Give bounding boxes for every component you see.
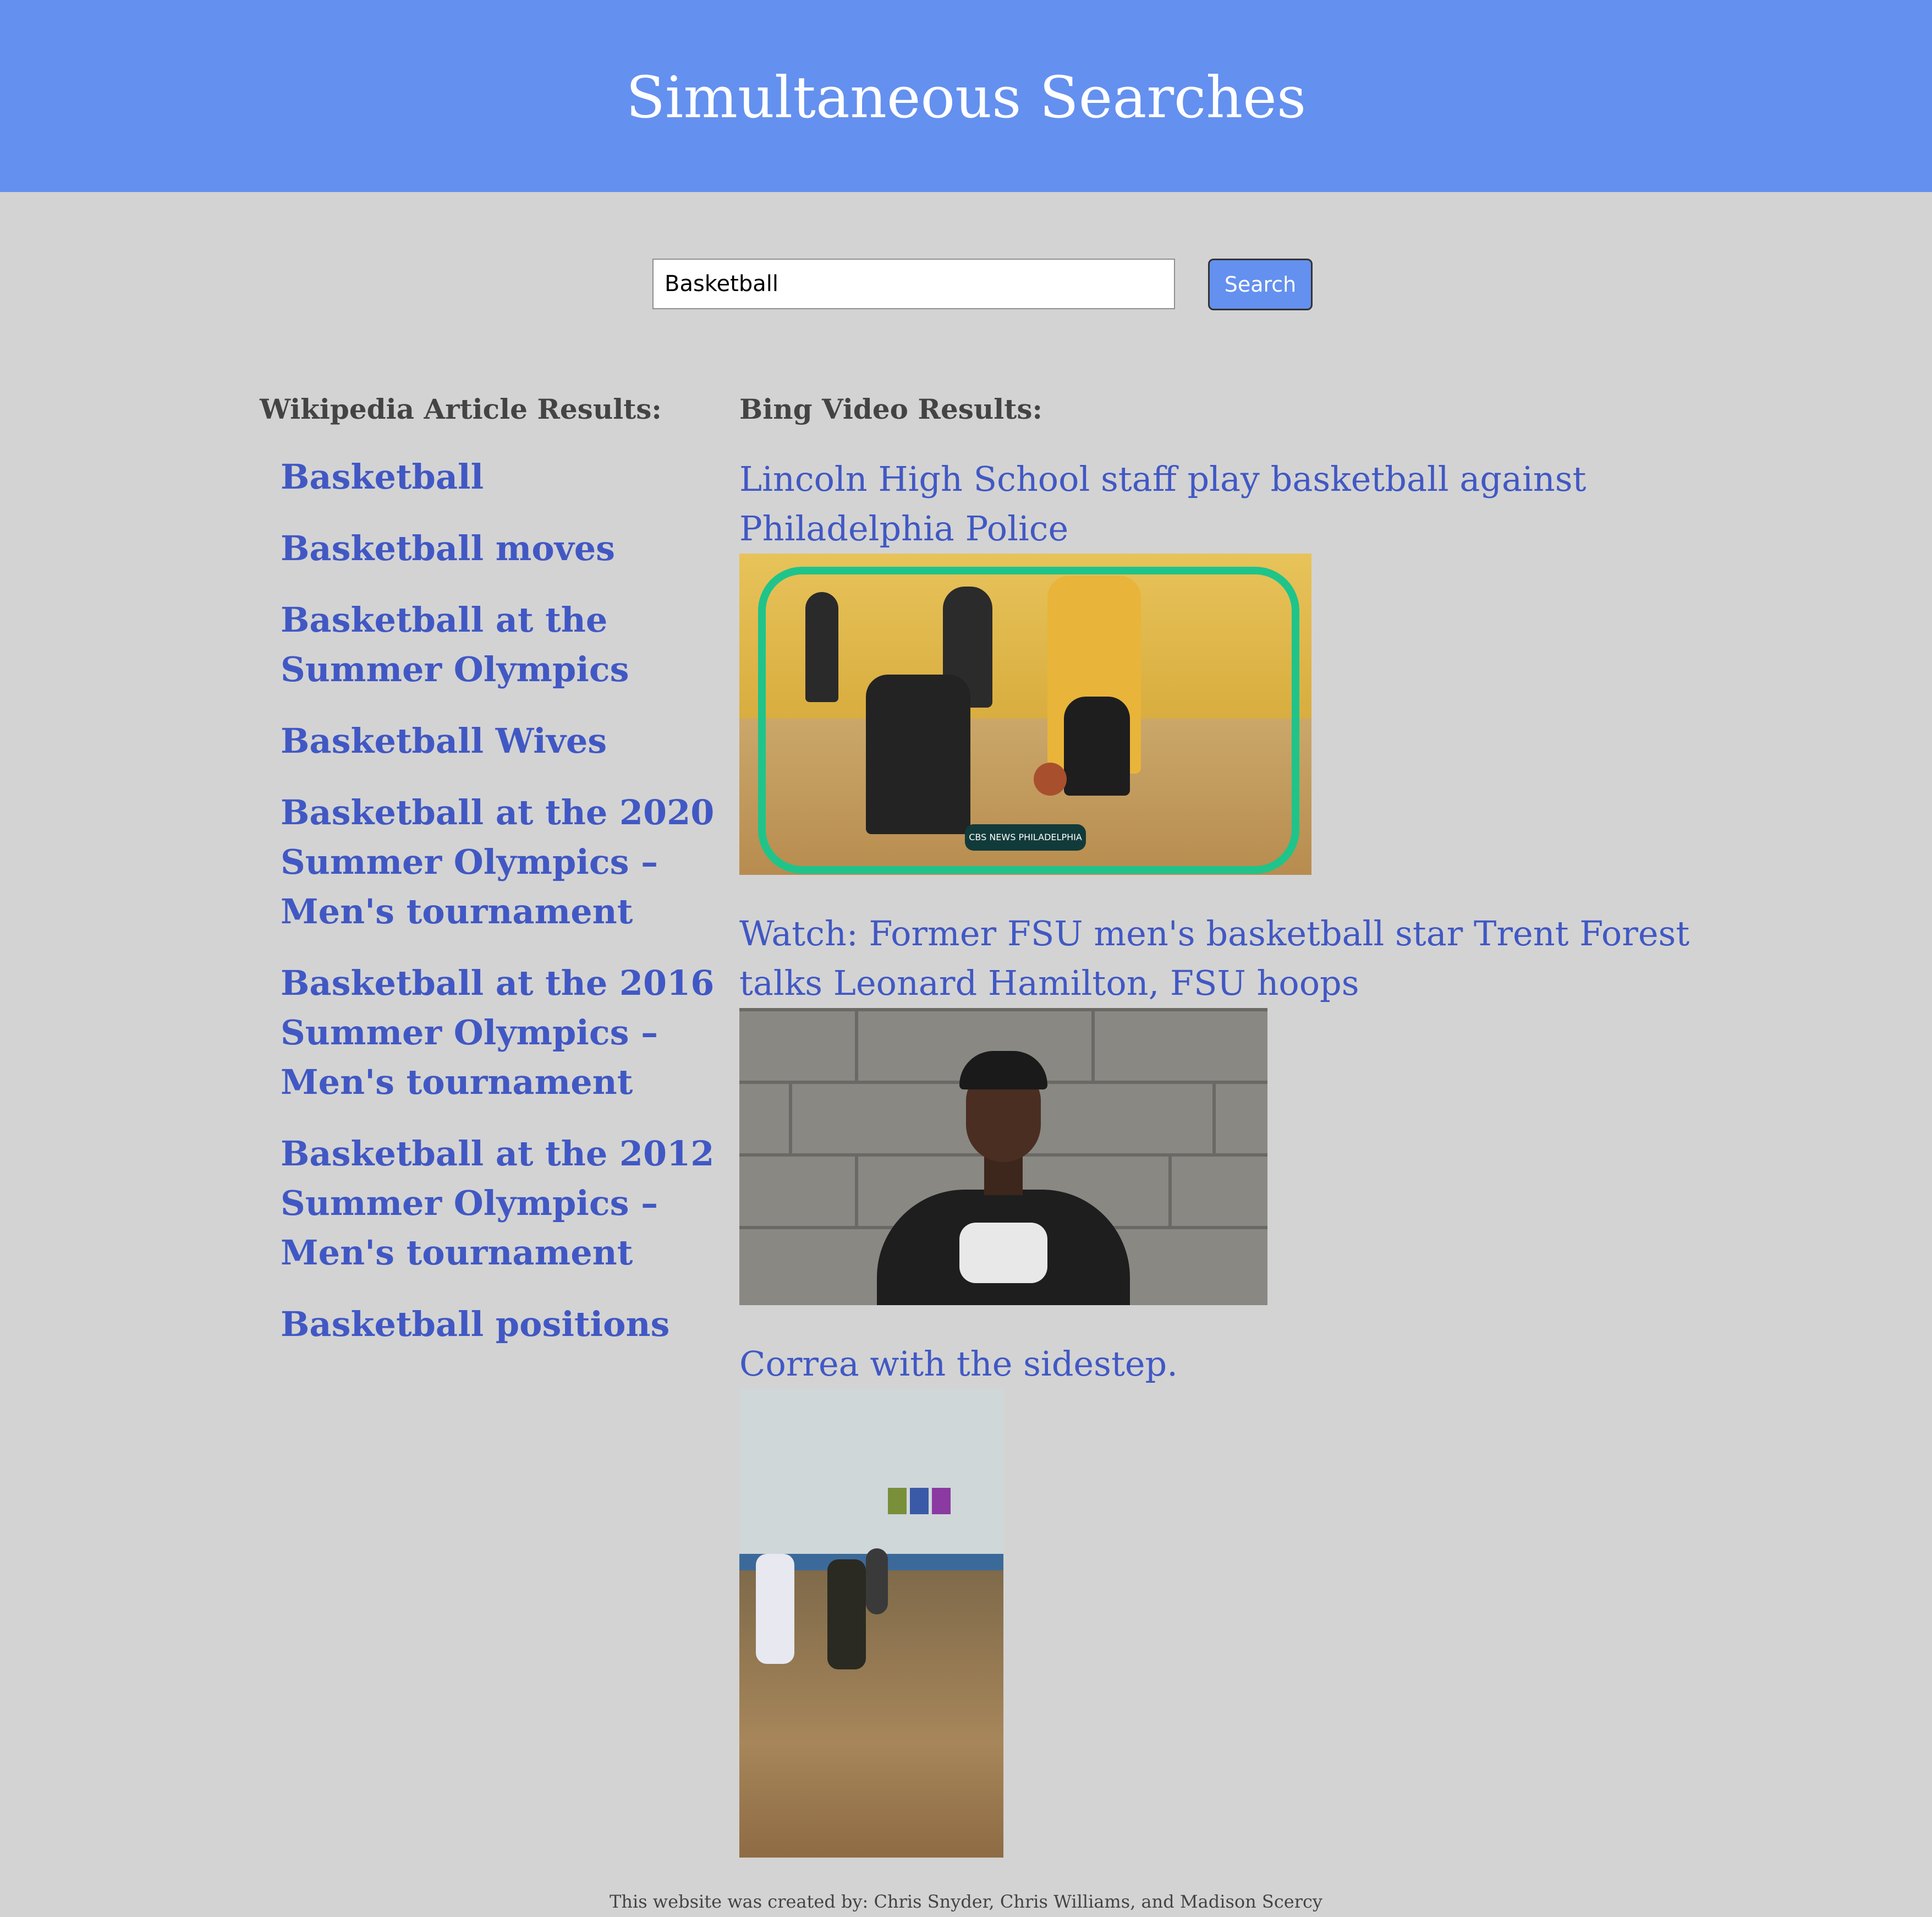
brick-line [855,1011,858,1083]
video-title-link[interactable]: Correa with the sidestep. [739,1339,1708,1389]
wall-banner [888,1488,907,1514]
video-result: Lincoln High School staff play basketbal… [739,454,1708,875]
person-cap [959,1051,1047,1089]
site-title: Simultaneous Searches [625,64,1307,131]
wikipedia-result-link[interactable]: Basketball at the 2012 Summer Olympics –… [281,1129,721,1278]
player-figure [866,1548,888,1614]
video-title-link[interactable]: Lincoln High School staff play basketbal… [739,454,1708,554]
cbs-news-logo: CBS NEWS PHILADELPHIA [965,824,1086,851]
gym-wall [739,1389,1003,1554]
brick-line [855,1157,858,1228]
site-header: Simultaneous Searches [0,0,1932,192]
wikipedia-results-list: Basketball Basketball moves Basketball a… [281,452,721,1371]
video-thumbnail[interactable] [739,1389,1003,1858]
footer-credit: This website was created by: Chris Snyde… [610,1891,1322,1912]
player-figure [827,1559,866,1669]
video-thumbnail[interactable] [739,1008,1267,1305]
bing-results-heading: Bing Video Results: [739,393,1042,425]
wikipedia-result-link[interactable]: Basketball moves [281,524,721,573]
video-result: Correa with the sidestep. [739,1339,1708,1858]
brick-line [739,1008,1267,1011]
wikipedia-result-link[interactable]: Basketball Wives [281,716,721,766]
brick-line [1212,1084,1216,1155]
wikipedia-result-link[interactable]: Basketball at the Summer Olympics [281,595,721,694]
wikipedia-result-link[interactable]: Basketball positions [281,1300,721,1349]
wall-banner [932,1488,951,1514]
wall-banner [910,1488,929,1514]
video-result: Watch: Former FSU men's basketball star … [739,909,1708,1305]
brick-line [789,1084,792,1155]
wikipedia-result-link[interactable]: Basketball at the 2020 Summer Olympics –… [281,788,721,936]
brick-line [1091,1011,1095,1083]
video-thumbnail[interactable]: CBS NEWS PHILADELPHIA [739,554,1311,875]
shirt-print [959,1223,1047,1283]
search-input[interactable] [652,259,1175,309]
search-button[interactable]: Search [1208,259,1313,310]
player-figure [756,1554,794,1664]
wikipedia-result-link[interactable]: Basketball at the 2016 Summer Olympics –… [281,958,721,1107]
wikipedia-result-link[interactable]: Basketball [281,452,721,502]
brick-line [1168,1157,1172,1228]
video-title-link[interactable]: Watch: Former FSU men's basketball star … [739,909,1708,1008]
wikipedia-results-heading: Wikipedia Article Results: [260,393,662,425]
